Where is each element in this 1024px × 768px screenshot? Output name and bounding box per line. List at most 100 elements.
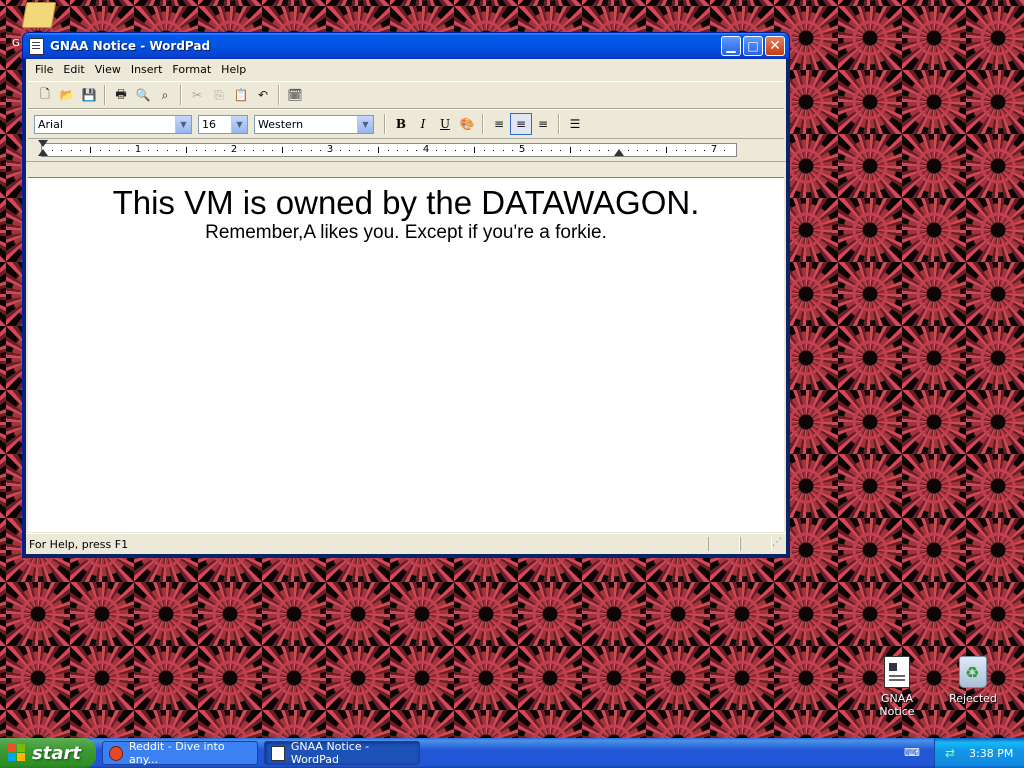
menu-format[interactable]: Format — [167, 61, 216, 78]
menu-help[interactable]: Help — [216, 61, 251, 78]
ruler-tick — [685, 150, 687, 151]
desktop-icon-gnaa-notice[interactable]: GNAA Notice — [862, 656, 932, 718]
cut-button[interactable]: ✂ — [186, 84, 208, 106]
save-button[interactable]: 💾 — [78, 84, 100, 106]
ruler-tick — [147, 150, 149, 151]
ruler-tick — [358, 150, 360, 151]
ruler-label: 2 — [230, 144, 238, 155]
find-button[interactable]: ⌕ — [154, 84, 176, 106]
font-script-combo[interactable]: Western ▼ — [254, 114, 374, 134]
clock[interactable]: 3:38 PM — [969, 747, 1013, 760]
undo-button[interactable]: ↶ — [252, 84, 274, 106]
font-name-value: Arial — [38, 117, 63, 131]
start-button[interactable]: start — [0, 738, 96, 768]
align-left-button[interactable]: ≡ — [488, 113, 510, 135]
chevron-down-icon[interactable]: ▼ — [357, 115, 373, 133]
print-button[interactable]: 🖶 — [110, 84, 132, 106]
status-bar: For Help, press F1 ⋰ — [26, 533, 786, 554]
close-button[interactable]: ✕ — [765, 36, 785, 56]
document-heading[interactable]: This VM is owned by the DATAWAGON. — [28, 184, 784, 222]
menu-file[interactable]: File — [30, 61, 58, 78]
italic-button[interactable]: I — [412, 113, 434, 135]
keyboard-icon[interactable]: ⌨ — [904, 746, 920, 759]
taskbar-item-wordpad[interactable]: GNAA Notice - WordPad — [264, 740, 420, 766]
toolbar-separator — [278, 85, 280, 105]
maximize-icon: □ — [747, 39, 759, 53]
ruler-tick — [541, 150, 543, 151]
ruler-tick — [723, 150, 725, 151]
maximize-button[interactable]: □ — [743, 36, 763, 56]
menu-edit[interactable]: Edit — [58, 61, 89, 78]
chevron-down-icon[interactable]: ▼ — [175, 115, 191, 133]
align-right-button[interactable]: ≡ — [532, 113, 554, 135]
print-preview-button[interactable]: 🔍 — [132, 84, 154, 106]
ruler-tick — [666, 147, 667, 153]
paste-icon: 📋 — [233, 88, 249, 102]
ruler[interactable]: 1 2 3 4 5 6 7 — [38, 140, 737, 157]
ruler-tick — [339, 150, 341, 151]
underline-button[interactable]: U — [434, 113, 456, 135]
ruler-tick — [253, 150, 255, 151]
open-button[interactable]: 📂 — [56, 84, 78, 106]
insert-datetime-button[interactable]: 🗓 — [284, 84, 306, 106]
italic-icon: I — [420, 117, 426, 131]
ruler-tick — [61, 150, 63, 151]
window-body: File Edit View Insert Format Help 🗋 📂 💾 … — [26, 59, 786, 554]
menu-bar: File Edit View Insert Format Help — [26, 59, 786, 79]
desktop-icon-rejected[interactable]: Rejected — [938, 656, 1008, 705]
document-line[interactable]: Remember,A likes you. Except if you're a… — [28, 222, 784, 244]
menu-view[interactable]: View — [90, 61, 126, 78]
bold-button[interactable]: B — [390, 113, 412, 135]
title-bar[interactable]: GNAA Notice - WordPad ▁ □ ✕ — [23, 33, 789, 59]
ruler-label: 5 — [518, 144, 526, 155]
ruler-tick — [205, 150, 207, 151]
network-icon[interactable]: ⇄ — [945, 746, 959, 760]
browser-icon — [109, 745, 123, 761]
desktop-icon-partial[interactable]: G — [0, 0, 60, 49]
copy-icon: ⎘ — [214, 87, 224, 102]
color-button[interactable]: 🎨 — [456, 113, 478, 135]
folder-icon — [21, 2, 57, 28]
font-size-combo[interactable]: 16 ▼ — [198, 114, 248, 134]
ruler-tick — [493, 150, 495, 151]
ruler-tick — [80, 150, 82, 151]
ruler-tick — [579, 150, 581, 151]
ruler-tick — [454, 150, 456, 151]
ruler-tick — [435, 150, 437, 151]
resize-grip-icon[interactable]: ⋰ — [772, 537, 786, 551]
color-palette-icon: 🎨 — [459, 117, 475, 131]
align-left-icon: ≡ — [493, 117, 505, 131]
printer-icon: 🖶 — [115, 86, 127, 101]
left-indent-marker[interactable] — [38, 149, 48, 156]
ruler-area: 1 2 3 4 5 6 7 — [26, 139, 786, 162]
paste-button[interactable]: 📋 — [230, 84, 252, 106]
bullets-button[interactable]: ☰ — [564, 113, 586, 135]
ruler-tick — [656, 150, 658, 151]
wordpad-app-icon[interactable] — [29, 37, 44, 55]
menu-insert[interactable]: Insert — [126, 61, 168, 78]
toolbar-separator — [482, 114, 484, 134]
align-center-button[interactable]: ≡ — [510, 113, 532, 135]
document-icon — [884, 656, 910, 688]
minimize-button[interactable]: ▁ — [721, 36, 741, 56]
font-name-combo[interactable]: Arial ▼ — [34, 114, 192, 134]
desktop-icon-partial-label: G — [12, 38, 20, 49]
ruler-tick — [483, 150, 485, 151]
new-button[interactable]: 🗋 — [34, 84, 56, 106]
ruler-tick — [512, 150, 514, 151]
ruler-tick — [474, 147, 475, 153]
taskbar-item-reddit[interactable]: Reddit - Dive into any... — [102, 740, 258, 766]
status-cell — [740, 537, 772, 551]
document-editor[interactable]: This VM is owned by the DATAWAGON. Remem… — [28, 177, 784, 532]
ruler-tick — [118, 150, 120, 151]
chevron-down-icon[interactable]: ▼ — [231, 115, 247, 133]
status-text: For Help, press F1 — [29, 537, 129, 551]
taskbar-item-label: GNAA Notice - WordPad — [290, 740, 370, 766]
ruler-tick — [272, 150, 274, 151]
font-script-value: Western — [258, 117, 304, 131]
right-indent-marker[interactable] — [614, 149, 624, 156]
copy-button[interactable]: ⎘ — [208, 84, 230, 106]
first-line-indent-marker[interactable] — [38, 140, 48, 147]
ruler-tick — [70, 150, 72, 151]
ruler-tick — [675, 150, 677, 151]
